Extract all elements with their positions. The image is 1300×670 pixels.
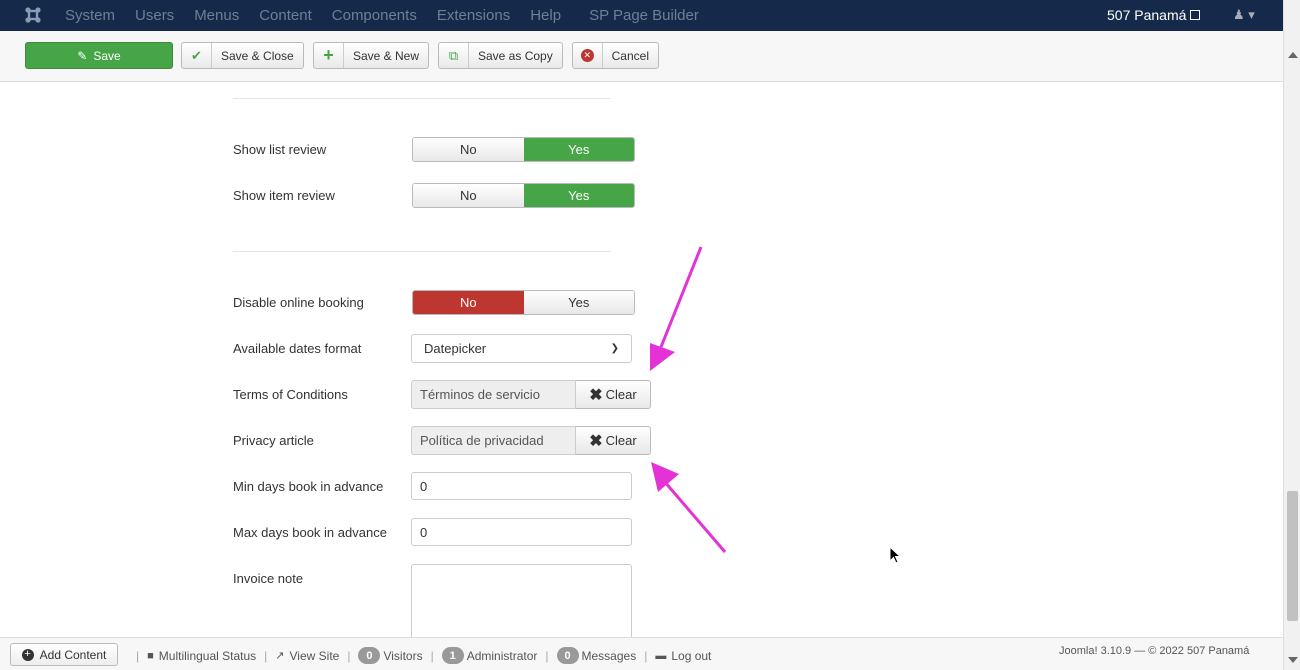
save-as-copy-button[interactable]: ⧉ Save as Copy xyxy=(438,42,563,69)
show-list-review-yes[interactable]: Yes xyxy=(523,138,634,161)
scrollbar-thumb[interactable] xyxy=(1287,491,1298,621)
multilingual-status-link[interactable]: Multilingual Status xyxy=(159,649,256,663)
joomla-logo-icon[interactable] xyxy=(24,6,42,24)
show-item-review-no[interactable]: No xyxy=(413,184,524,207)
edit-icon: ✎ xyxy=(77,48,88,63)
privacy-clear-button[interactable]: ✖ Clear xyxy=(576,426,651,455)
min-days-label: Min days book in advance xyxy=(233,479,384,494)
terms-of-conditions-label: Terms of Conditions xyxy=(233,387,348,402)
disable-online-booking-toggle: No Yes xyxy=(412,290,635,315)
save-new-button[interactable]: + Save & New xyxy=(313,42,429,69)
divider xyxy=(233,251,611,252)
available-dates-format-select[interactable]: Datepicker ❯ xyxy=(411,334,632,363)
cancel-icon: ✕ xyxy=(573,43,603,68)
scrollbar[interactable] xyxy=(1283,0,1300,670)
menu-sp-page-builder[interactable]: SP Page Builder xyxy=(589,7,699,24)
mouse-cursor-icon xyxy=(889,546,902,564)
close-icon: ✖ xyxy=(589,386,603,404)
menu-components[interactable]: Components xyxy=(332,7,417,24)
messages-link[interactable]: Messages xyxy=(582,649,637,663)
min-days-input[interactable]: 0 xyxy=(411,472,632,500)
messages-badge: 0 xyxy=(556,647,579,664)
view-site-link[interactable]: View Site xyxy=(290,649,340,663)
external-link-icon: ↗ xyxy=(275,650,285,662)
max-days-label: Max days book in advance xyxy=(233,525,387,540)
minus-icon: ▬ xyxy=(655,649,667,662)
available-dates-format-label: Available dates format xyxy=(233,341,362,356)
check-icon: ✔ xyxy=(182,43,212,68)
status-links: | ■ Multilingual Status | ↗ View Site | 0V… xyxy=(136,647,712,664)
menu-menus[interactable]: Menus xyxy=(194,7,239,24)
menu-system[interactable]: System xyxy=(65,7,115,24)
max-days-input[interactable]: 0 xyxy=(411,518,632,546)
site-link[interactable]: 507 Panamá xyxy=(1107,7,1201,23)
visitors-badge: 0 xyxy=(358,647,381,664)
show-list-review-no[interactable]: No xyxy=(413,138,524,161)
privacy-article-field: Política de privacidad ✖ Clear xyxy=(411,426,651,455)
comment-icon: ■ xyxy=(147,649,154,662)
plus-circle-icon: + xyxy=(21,648,34,661)
scroll-down-icon[interactable] xyxy=(1288,657,1298,663)
plus-icon: + xyxy=(314,43,344,68)
privacy-article-label: Privacy article xyxy=(233,433,314,448)
show-item-review-toggle: No Yes xyxy=(412,183,635,208)
menu-extensions[interactable]: Extensions xyxy=(437,7,510,24)
form-area: Show list review No Yes Show item review… xyxy=(0,82,1283,637)
add-content-button[interactable]: + Add Content xyxy=(10,643,118,666)
disable-online-booking-label: Disable online booking xyxy=(233,295,364,310)
close-icon: ✖ xyxy=(589,432,603,450)
terms-clear-button[interactable]: ✖ Clear xyxy=(576,380,651,409)
copy-icon: ⧉ xyxy=(439,43,469,68)
status-bar: + Add Content | ■ Multilingual Status | ↗ V… xyxy=(0,637,1283,670)
disable-online-booking-no[interactable]: No xyxy=(413,291,524,314)
external-link-icon xyxy=(1190,10,1201,20)
show-list-review-label: Show list review xyxy=(233,142,327,157)
administrator-badge: 1 xyxy=(441,647,464,664)
save-button[interactable]: ✎ Save xyxy=(25,42,173,69)
cancel-button[interactable]: ✕ Cancel xyxy=(572,42,659,69)
invoice-note-textarea[interactable] xyxy=(411,564,632,637)
show-list-review-toggle: No Yes xyxy=(412,137,635,162)
scroll-up-icon[interactable] xyxy=(1288,52,1298,58)
divider xyxy=(233,98,611,99)
invoice-note-label: Invoice note xyxy=(233,571,304,586)
show-item-review-label: Show item review xyxy=(233,188,335,203)
menu-help[interactable]: Help xyxy=(530,7,561,24)
menu-content[interactable]: Content xyxy=(259,7,312,24)
show-item-review-yes[interactable]: Yes xyxy=(523,184,634,207)
chevron-down-icon: ❯ xyxy=(610,343,619,354)
visitors-link[interactable]: Visitors xyxy=(383,649,422,663)
user-icon[interactable]: ♟ ▾ xyxy=(1233,7,1255,23)
logout-link[interactable]: Log out xyxy=(671,649,711,663)
terms-of-conditions-field: Términos de servicio ✖ Clear xyxy=(411,380,651,409)
top-navbar: System Users Menus Content Components Ex… xyxy=(0,0,1283,31)
main-menu: System Users Menus Content Components Ex… xyxy=(65,0,719,31)
save-close-button[interactable]: ✔ Save & Close xyxy=(181,42,304,69)
terms-of-conditions-value[interactable]: Términos de servicio xyxy=(411,380,576,409)
administrator-link[interactable]: Administrator xyxy=(467,649,538,663)
site-name: 507 Panamá xyxy=(1107,7,1187,23)
privacy-article-value[interactable]: Política de privacidad xyxy=(411,426,576,455)
version-info: Joomla! 3.10.9 — © 2022 507 Panamá xyxy=(1059,645,1250,657)
disable-online-booking-yes[interactable]: Yes xyxy=(523,291,634,314)
menu-users[interactable]: Users xyxy=(135,7,174,24)
toolbar: ✎ Save ✔ Save & Close + Save & New ⧉ Sav… xyxy=(0,31,1283,82)
